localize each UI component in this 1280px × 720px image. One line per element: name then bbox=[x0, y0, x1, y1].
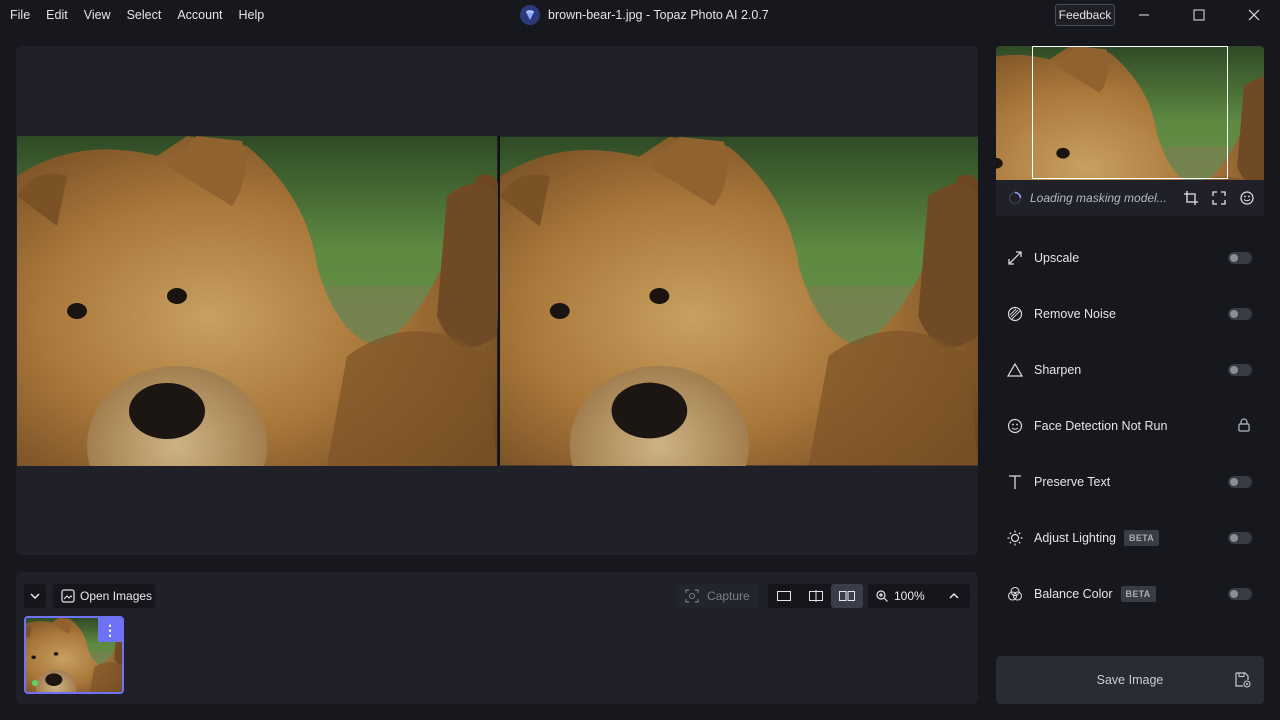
zoom-control[interactable]: 100% bbox=[868, 584, 970, 608]
original-image[interactable] bbox=[16, 136, 498, 466]
status-dot bbox=[32, 680, 38, 686]
crop-icon[interactable] bbox=[1182, 188, 1200, 208]
navigator-preview[interactable] bbox=[996, 46, 1264, 180]
lock-icon bbox=[1238, 417, 1250, 435]
title-bar: File Edit View Select Account Help brown… bbox=[0, 0, 1280, 30]
split-view-button[interactable] bbox=[800, 584, 832, 608]
menu-view[interactable]: View bbox=[76, 0, 119, 30]
preview-image[interactable] bbox=[500, 136, 978, 466]
maximize-icon[interactable] bbox=[1177, 0, 1221, 30]
window-title-text: brown-bear-1.jpg - Topaz Photo AI 2.0.7 bbox=[548, 8, 769, 22]
sharpen-icon bbox=[1006, 361, 1024, 379]
single-view-button[interactable] bbox=[768, 584, 800, 608]
menu-edit[interactable]: Edit bbox=[38, 0, 76, 30]
view-mode-group bbox=[768, 584, 864, 608]
tool-preserve-text[interactable]: Preserve Text bbox=[996, 454, 1264, 510]
tool-label: Sharpen bbox=[1034, 363, 1082, 377]
enhancement-tools-list: Upscale Remove Noise Sharpen Face Detect… bbox=[996, 230, 1264, 622]
feedback-button[interactable]: Feedback bbox=[1055, 4, 1115, 26]
adjust-lighting-toggle[interactable] bbox=[1228, 532, 1252, 544]
capture-icon bbox=[685, 589, 699, 603]
tool-label: Balance Color bbox=[1034, 587, 1113, 601]
chevron-down-icon bbox=[30, 593, 40, 599]
face-icon bbox=[1006, 417, 1024, 435]
menu-select[interactable]: Select bbox=[119, 0, 170, 30]
open-images-button[interactable]: Open Images bbox=[53, 584, 155, 608]
topaz-diamond-icon bbox=[520, 5, 540, 25]
image-viewer[interactable] bbox=[16, 46, 978, 555]
color-icon bbox=[1006, 585, 1024, 603]
image-icon bbox=[61, 589, 75, 603]
remove-noise-toggle[interactable] bbox=[1228, 308, 1252, 320]
single-view-icon bbox=[776, 591, 791, 601]
beta-badge: BETA bbox=[1120, 586, 1156, 602]
chevron-up-icon[interactable] bbox=[949, 593, 959, 599]
loading-spinner-icon bbox=[1008, 191, 1022, 205]
split-view-icon bbox=[808, 590, 823, 602]
tool-label: Remove Noise bbox=[1034, 307, 1116, 321]
filmstrip-panel: Open Images Capture 100% ⋮ bbox=[16, 572, 978, 704]
side-by-side-view-button[interactable] bbox=[831, 584, 864, 608]
status-text: Loading masking model... bbox=[1030, 191, 1167, 205]
more-options-icon[interactable]: ⋮ bbox=[98, 618, 122, 642]
sharpen-toggle[interactable] bbox=[1228, 364, 1252, 376]
tool-adjust-lighting[interactable]: Adjust Lighting BETA bbox=[996, 510, 1264, 566]
balance-color-toggle[interactable] bbox=[1228, 588, 1252, 600]
face-settings-icon[interactable] bbox=[1238, 188, 1256, 208]
tool-label: Preserve Text bbox=[1034, 475, 1111, 489]
fullscreen-icon[interactable] bbox=[1210, 188, 1228, 208]
tool-label: Adjust Lighting bbox=[1034, 531, 1117, 545]
upscale-icon bbox=[1006, 249, 1024, 267]
remove-noise-icon bbox=[1006, 305, 1024, 323]
minimize-icon[interactable] bbox=[1122, 0, 1166, 30]
window-title: brown-bear-1.jpg - Topaz Photo AI 2.0.7 bbox=[520, 0, 769, 30]
upscale-toggle[interactable] bbox=[1228, 252, 1252, 264]
text-icon bbox=[1006, 473, 1024, 491]
tool-remove-noise[interactable]: Remove Noise bbox=[996, 286, 1264, 342]
menu-bar: File Edit View Select Account Help bbox=[0, 0, 272, 30]
sun-icon bbox=[1006, 529, 1024, 547]
side-by-side-icon bbox=[839, 591, 856, 601]
tool-label: Upscale bbox=[1034, 251, 1080, 265]
tool-upscale[interactable]: Upscale bbox=[996, 230, 1264, 286]
tool-label: Face Detection Not Run bbox=[1034, 419, 1168, 433]
open-images-label: Open Images bbox=[80, 589, 153, 603]
save-settings-icon[interactable] bbox=[1234, 671, 1252, 692]
navigator-status-bar: Loading masking model... bbox=[996, 180, 1264, 216]
capture-label: Capture bbox=[707, 589, 750, 603]
beta-badge: BETA bbox=[1124, 530, 1160, 546]
save-image-label: Save Image bbox=[1096, 673, 1164, 687]
zoom-level: 100% bbox=[894, 589, 925, 603]
menu-help[interactable]: Help bbox=[231, 0, 273, 30]
tool-face-detection[interactable]: Face Detection Not Run bbox=[996, 398, 1264, 454]
navigator-viewport-frame[interactable] bbox=[1032, 46, 1228, 179]
preserve-text-toggle[interactable] bbox=[1228, 476, 1252, 488]
close-icon[interactable] bbox=[1232, 0, 1276, 30]
tool-balance-color[interactable]: Balance Color BETA bbox=[996, 566, 1264, 622]
image-thumbnail[interactable]: ⋮ bbox=[24, 616, 124, 694]
capture-button[interactable]: Capture bbox=[676, 584, 758, 608]
menu-account[interactable]: Account bbox=[169, 0, 230, 30]
collapse-filmstrip-button[interactable] bbox=[24, 584, 46, 608]
zoom-icon bbox=[876, 590, 888, 602]
menu-file[interactable]: File bbox=[2, 0, 38, 30]
tool-sharpen[interactable]: Sharpen bbox=[996, 342, 1264, 398]
save-image-button[interactable]: Save Image bbox=[996, 656, 1264, 704]
